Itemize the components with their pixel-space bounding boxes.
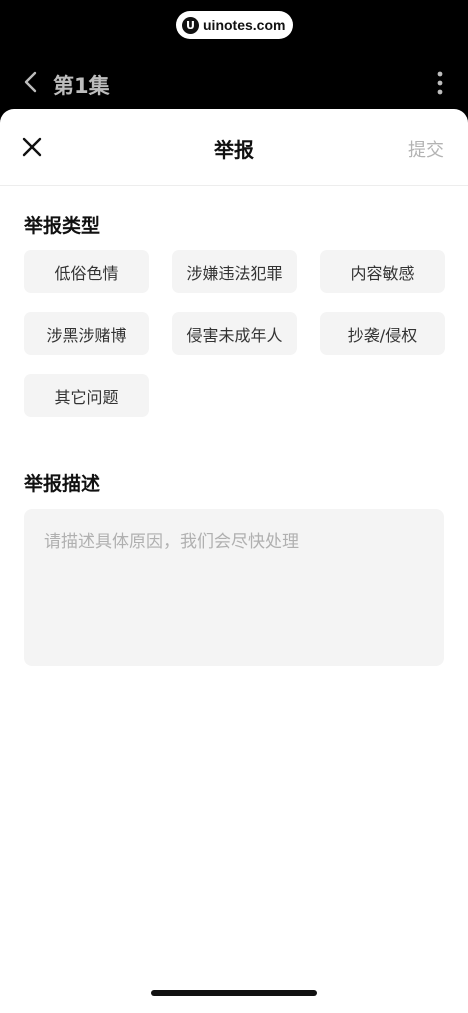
report-type-option[interactable]: 其它问题 xyxy=(24,374,149,417)
background-page-title: 第1集 xyxy=(53,74,110,98)
report-type-option[interactable]: 涉嫌违法犯罪 xyxy=(172,250,297,293)
sheet-title: 举报 xyxy=(214,138,254,162)
background-header: 第1集 xyxy=(0,60,468,106)
report-type-option[interactable]: 抄袭/侵权 xyxy=(320,312,445,355)
watermark-text: uinotes.com xyxy=(203,17,286,33)
report-sheet: 举报 提交 举报类型 低俗色情 涉嫌违法犯罪 内容敏感 涉黑涉赌博 侵害未成年人… xyxy=(0,109,468,1013)
report-type-options: 低俗色情 涉嫌违法犯罪 内容敏感 涉黑涉赌博 侵害未成年人 抄袭/侵权 其它问题 xyxy=(24,250,445,417)
back-icon[interactable] xyxy=(20,70,44,94)
report-type-option[interactable]: 涉黑涉赌博 xyxy=(24,312,149,355)
report-type-option[interactable]: 内容敏感 xyxy=(320,250,445,293)
report-type-option[interactable]: 低俗色情 xyxy=(24,250,149,293)
home-indicator xyxy=(151,990,317,996)
description-input[interactable] xyxy=(24,509,444,666)
more-icon[interactable] xyxy=(436,70,444,96)
watermark-logo-icon: U xyxy=(182,16,199,34)
watermark: U uinotes.com xyxy=(176,11,293,39)
submit-button[interactable]: 提交 xyxy=(408,136,444,162)
sheet-header: 举报 提交 xyxy=(0,109,468,186)
report-type-option[interactable]: 侵害未成年人 xyxy=(172,312,297,355)
report-type-title: 举报类型 xyxy=(24,215,101,237)
description-title: 举报描述 xyxy=(24,473,101,495)
